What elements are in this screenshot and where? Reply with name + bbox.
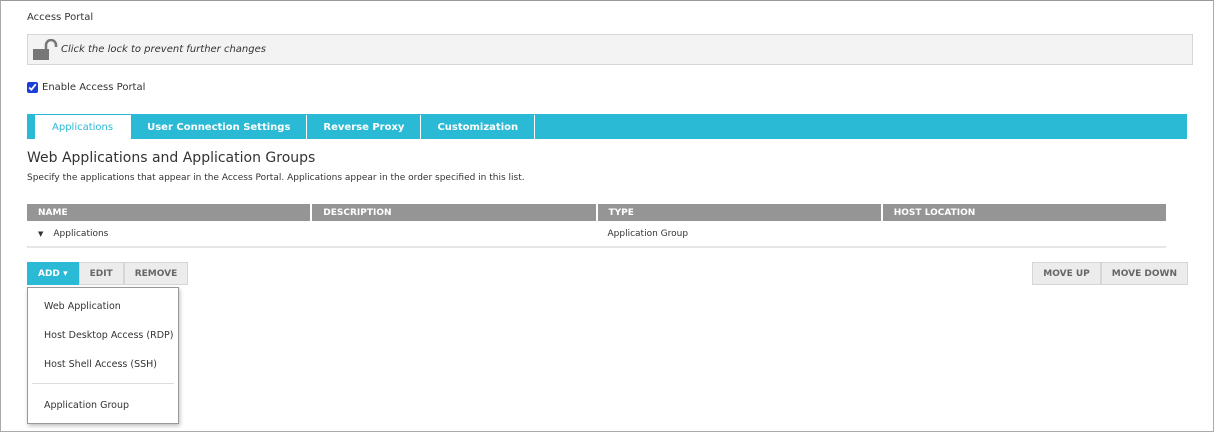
column-header-host-location[interactable]: HOST LOCATION xyxy=(883,204,1166,221)
menu-item-web-application[interactable]: Web Application xyxy=(44,301,121,312)
caret-down-icon: ▾ xyxy=(63,268,68,279)
menu-item-application-group[interactable]: Application Group xyxy=(44,400,129,411)
remove-button[interactable]: REMOVE xyxy=(123,262,189,285)
page-title: Access Portal xyxy=(27,12,94,23)
column-header-type[interactable]: TYPE xyxy=(598,204,883,221)
section-description: Specify the applications that appear in … xyxy=(27,173,525,183)
tab-customization[interactable]: Customization xyxy=(421,115,536,139)
column-header-description[interactable]: DESCRIPTION xyxy=(312,204,598,221)
add-dropdown-menu: Web Application Host Desktop Access (RDP… xyxy=(27,287,179,424)
row-name: Applications xyxy=(53,228,109,239)
tab-reverse-proxy[interactable]: Reverse Proxy xyxy=(307,115,422,139)
add-button[interactable]: ADD ▾ xyxy=(27,262,79,285)
enable-access-portal[interactable]: Enable Access Portal xyxy=(27,82,145,93)
applications-table: NAME DESCRIPTION TYPE HOST LOCATION ▼ App… xyxy=(27,204,1166,248)
tab-applications[interactable]: Applications xyxy=(35,115,132,139)
edit-button[interactable]: EDIT xyxy=(78,262,124,285)
enable-access-portal-checkbox[interactable] xyxy=(27,82,38,93)
menu-item-host-shell-access[interactable]: Host Shell Access (SSH) xyxy=(44,359,157,370)
menu-item-host-desktop-access[interactable]: Host Desktop Access (RDP) xyxy=(44,330,173,341)
column-header-name[interactable]: NAME xyxy=(27,204,313,221)
add-label: ADD xyxy=(38,268,60,279)
move-up-button[interactable]: MOVE UP xyxy=(1032,262,1101,285)
unlocked-lock-icon[interactable] xyxy=(32,38,58,61)
table-row[interactable]: ▼ Applications Application Group xyxy=(27,221,1166,248)
tab-user-connection-settings[interactable]: User Connection Settings xyxy=(131,115,308,139)
lock-bar: Click the lock to prevent further change… xyxy=(27,34,1193,65)
move-down-button[interactable]: MOVE DOWN xyxy=(1100,262,1188,285)
enable-label: Enable Access Portal xyxy=(42,82,146,93)
expand-caret-icon[interactable]: ▼ xyxy=(38,230,43,238)
row-type: Application Group xyxy=(607,228,689,239)
lock-text: Click the lock to prevent further change… xyxy=(61,44,266,55)
menu-separator xyxy=(32,383,174,384)
section-title: Web Applications and Application Groups xyxy=(27,150,316,166)
tab-bar: Applications User Connection Settings Re… xyxy=(27,114,1187,139)
action-buttons: ADD ▾ EDIT REMOVE xyxy=(27,262,189,285)
order-buttons: MOVE UP MOVE DOWN xyxy=(1032,262,1188,285)
